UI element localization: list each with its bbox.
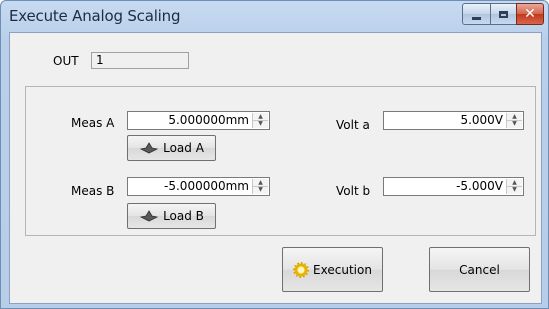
close-icon: ✕	[524, 6, 536, 22]
cancel-button[interactable]: Cancel	[429, 247, 530, 292]
load-b-button[interactable]: Load B	[127, 203, 216, 229]
close-button[interactable]: ✕	[516, 3, 544, 25]
volt-b-spinner[interactable]: ▲ ▼	[506, 179, 522, 194]
spin-down-icon[interactable]: ▼	[253, 186, 268, 193]
dialog-client-area: OUT 1 Meas A 5.000000mm ▲ ▼ Volt a 5.000…	[9, 32, 542, 304]
spin-down-icon[interactable]: ▼	[253, 120, 268, 127]
volt-a-value: 5.000V	[460, 113, 503, 127]
volt-b-value: -5.000V	[456, 179, 503, 193]
volt-a-spinner[interactable]: ▲ ▼	[506, 113, 522, 128]
meas-b-label: Meas B	[71, 184, 115, 198]
meas-a-input[interactable]: 5.000000mm ▲ ▼	[127, 111, 270, 130]
meas-b-spinner[interactable]: ▲ ▼	[252, 179, 268, 194]
maximize-icon	[499, 10, 508, 18]
meas-b-value: -5.000000mm	[164, 179, 249, 193]
volt-b-input[interactable]: -5.000V ▲ ▼	[383, 177, 524, 196]
meas-b-input[interactable]: -5.000000mm ▲ ▼	[127, 177, 270, 196]
load-a-label: Load A	[163, 141, 204, 155]
out-field: 1	[91, 52, 189, 69]
volt-a-label: Volt a	[336, 118, 370, 132]
cancel-label: Cancel	[459, 262, 500, 277]
meas-a-spinner[interactable]: ▲ ▼	[252, 113, 268, 128]
out-label: OUT	[53, 54, 79, 68]
maximize-button[interactable]	[490, 3, 516, 25]
execution-button[interactable]: Execution	[282, 247, 383, 292]
window-title: Execute Analog Scaling	[9, 7, 181, 25]
load-b-label: Load B	[163, 209, 204, 223]
load-a-button[interactable]: Load A	[127, 135, 216, 161]
minimize-button[interactable]	[462, 3, 490, 25]
meas-a-label: Meas A	[71, 116, 115, 130]
load-icon	[139, 142, 159, 154]
execution-label: Execution	[313, 262, 372, 277]
volt-a-input[interactable]: 5.000V ▲ ▼	[383, 111, 524, 130]
meas-a-value: 5.000000mm	[168, 113, 249, 127]
spin-down-icon[interactable]: ▼	[507, 120, 522, 127]
volt-b-label: Volt b	[336, 184, 371, 198]
title-bar[interactable]: Execute Analog Scaling ✕	[1, 1, 548, 33]
minimize-icon	[472, 16, 481, 20]
spin-down-icon[interactable]: ▼	[507, 186, 522, 193]
scaling-group-box: Meas A 5.000000mm ▲ ▼ Volt a 5.000V ▲ ▼	[25, 86, 536, 236]
gear-icon	[293, 261, 310, 278]
load-icon	[139, 210, 159, 222]
dialog-window: Execute Analog Scaling ✕ OUT 1 Meas A 5.…	[0, 0, 549, 309]
